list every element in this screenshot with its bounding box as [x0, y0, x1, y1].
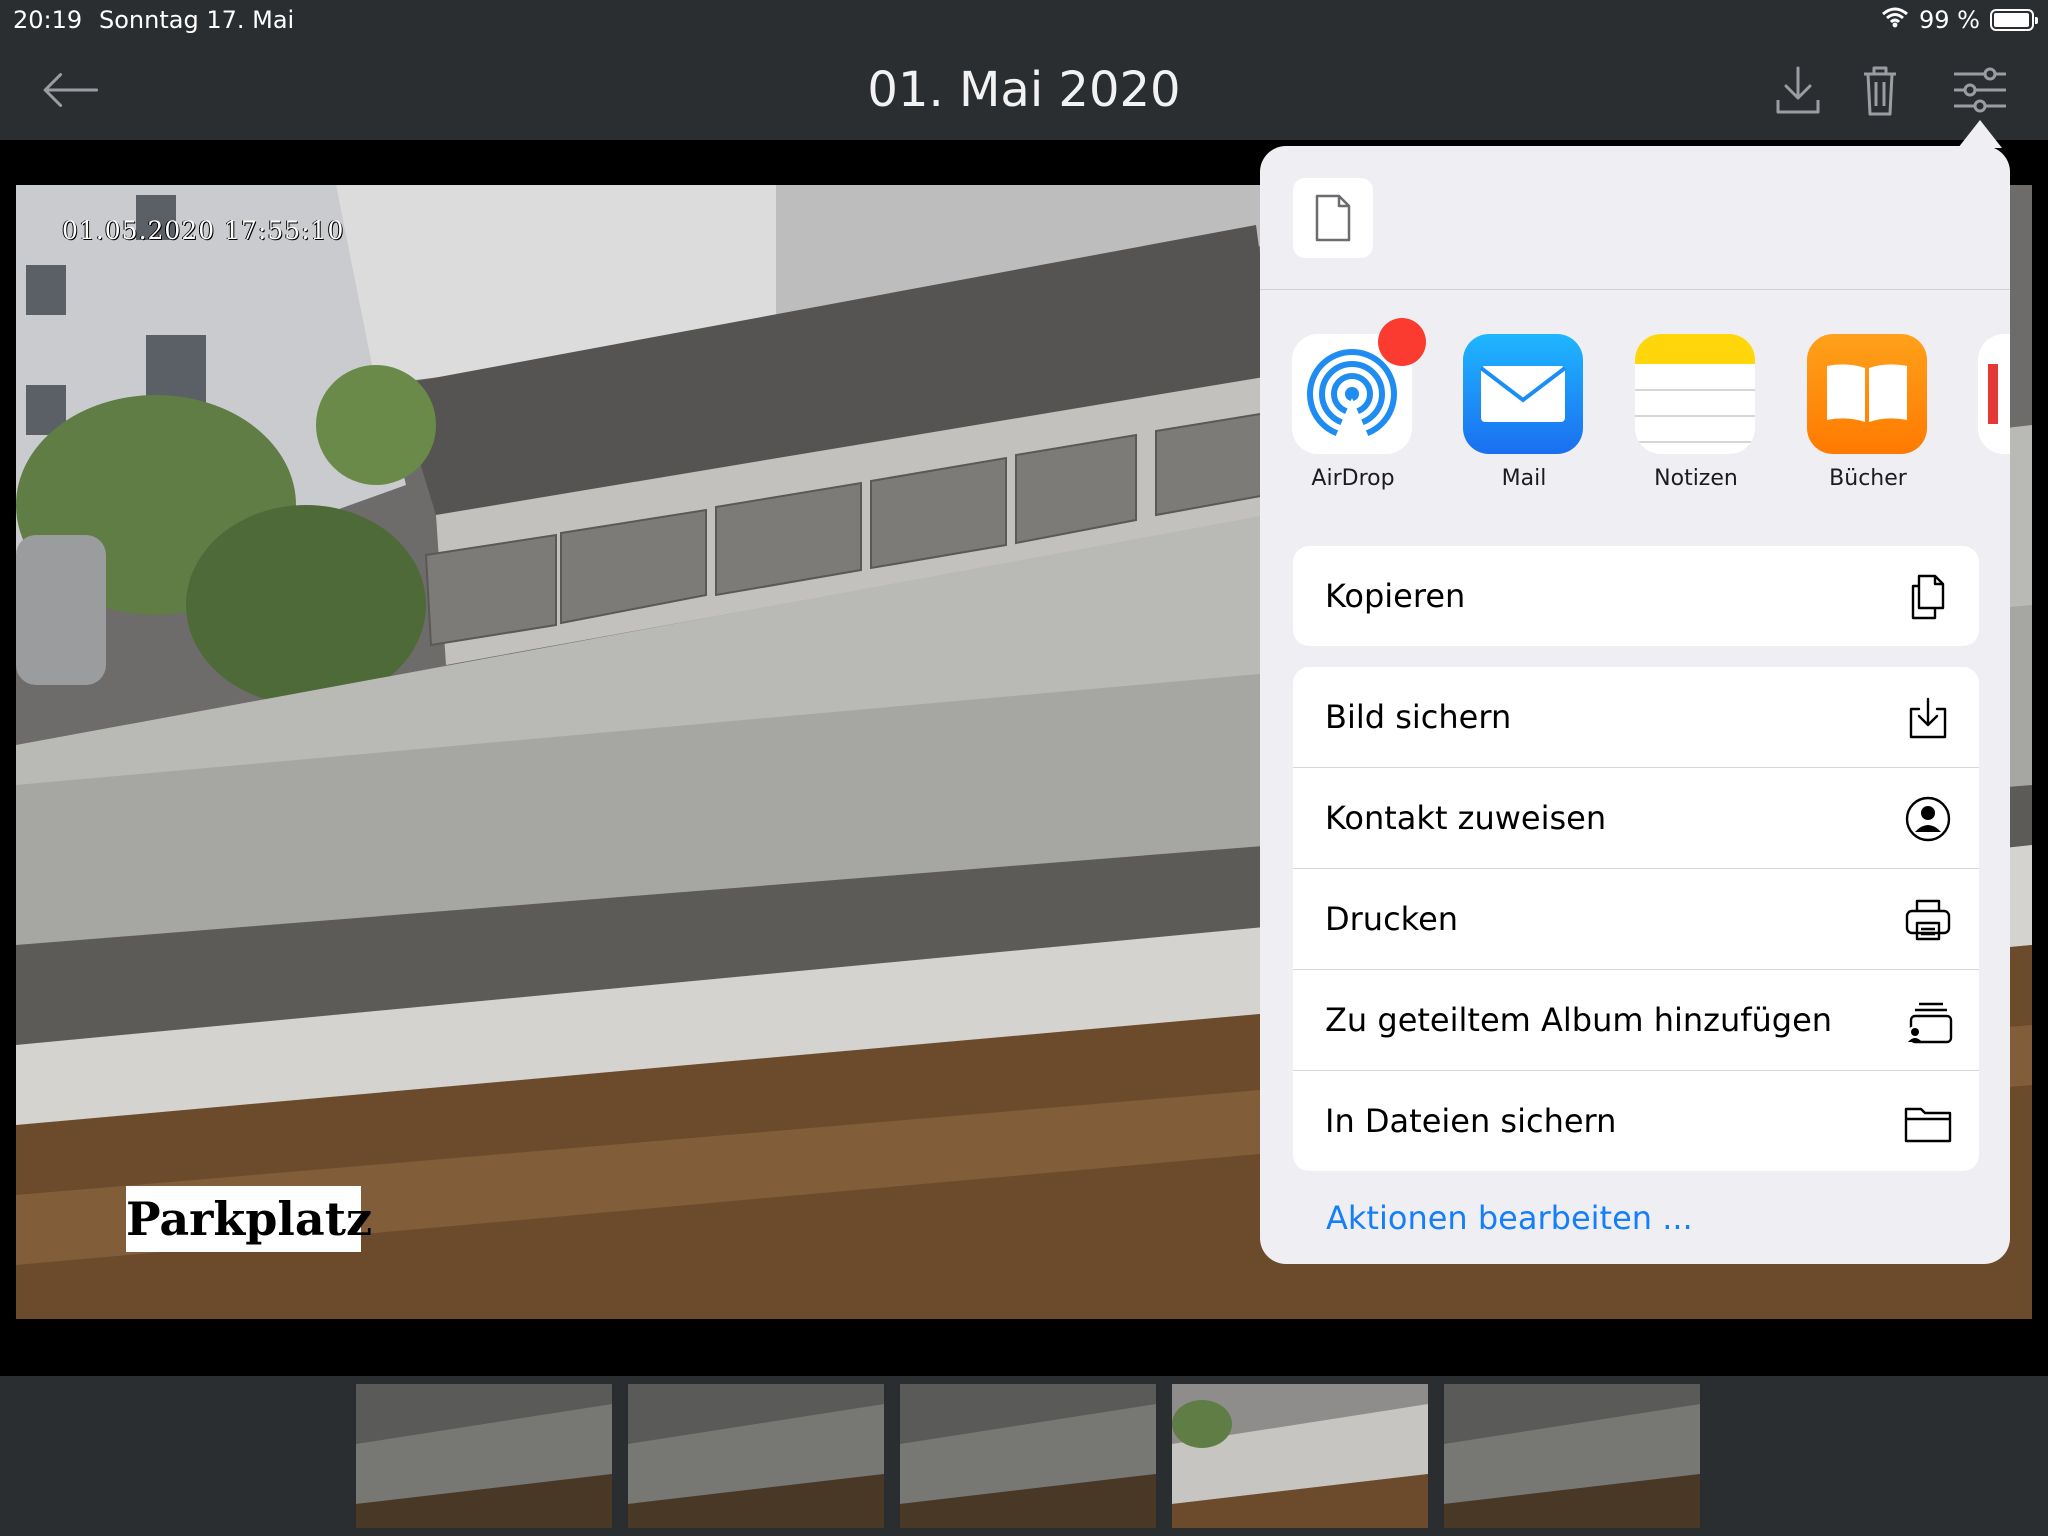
shared-album-icon — [1903, 996, 1953, 1046]
app-label: Notizen — [1654, 466, 1738, 491]
edit-actions-link[interactable]: Aktionen bearbeiten ... — [1326, 1199, 1693, 1237]
actions-group-main: Bild sichern Kontakt zuweisen Drucken Zu… — [1293, 667, 1979, 1171]
thumbnail[interactable] — [1444, 1384, 1700, 1528]
folder-icon — [1903, 1097, 1953, 1147]
notes-icon — [1635, 334, 1755, 454]
thumbnail-strip — [0, 1376, 2048, 1536]
thumbnail[interactable] — [628, 1384, 884, 1528]
overlay-timestamp: 01.05.2020 17:55:10 — [62, 216, 345, 245]
app-books[interactable]: Bücher — [1807, 334, 1929, 491]
thumbnail[interactable] — [356, 1384, 612, 1528]
action-label: Bild sichern — [1325, 698, 1512, 736]
share-sheet: AirDrop Mail Notizen Bücher Kopieren Bil… — [1260, 146, 2010, 1264]
mail-icon — [1463, 334, 1583, 454]
action-copy[interactable]: Kopieren — [1293, 546, 1979, 646]
action-label: Zu geteiltem Album hinzufügen — [1325, 1001, 1833, 1039]
action-add-shared-album[interactable]: Zu geteiltem Album hinzufügen — [1293, 970, 1979, 1071]
app-mail[interactable]: Mail — [1463, 334, 1585, 491]
books-icon — [1807, 334, 1927, 454]
actions-group-copy: Kopieren — [1293, 546, 1979, 646]
action-label: Kopieren — [1325, 577, 1466, 615]
printer-icon — [1903, 895, 1953, 945]
copy-icon — [1903, 572, 1953, 622]
save-image-icon — [1903, 693, 1953, 743]
thumbnail-selected[interactable] — [1172, 1384, 1428, 1528]
action-label: Drucken — [1325, 900, 1459, 938]
app-label: AirDrop — [1311, 466, 1395, 491]
share-sheet-pointer — [1958, 120, 2002, 148]
app-label: Mail — [1501, 466, 1547, 491]
action-save-to-files[interactable]: In Dateien sichern — [1293, 1071, 1979, 1171]
action-label: Kontakt zuweisen — [1325, 799, 1607, 837]
action-label: In Dateien sichern — [1325, 1102, 1617, 1140]
action-print[interactable]: Drucken — [1293, 869, 1979, 970]
app-airdrop[interactable]: AirDrop — [1292, 318, 1426, 491]
trash-icon[interactable] — [1850, 60, 1910, 120]
app-more-partial[interactable] — [1978, 334, 2010, 454]
status-date: Sonntag 17. Mai — [99, 6, 295, 34]
status-right: 99 % — [1881, 6, 2038, 34]
app-partial-icon — [1978, 334, 2010, 454]
battery-icon — [1990, 9, 2038, 31]
battery-percent: 99 % — [1919, 6, 1980, 34]
contact-icon — [1903, 794, 1953, 844]
download-icon[interactable] — [1768, 60, 1828, 120]
document-preview — [1293, 178, 1373, 258]
app-label: Bücher — [1829, 466, 1907, 491]
filter-sliders-icon[interactable] — [1950, 60, 2010, 120]
app-notes[interactable]: Notizen — [1635, 334, 1757, 491]
page-title: 01. Mai 2020 — [867, 62, 1181, 118]
thumbnail[interactable] — [900, 1384, 1156, 1528]
airdrop-icon — [1292, 318, 1426, 454]
wifi-icon — [1881, 6, 1909, 34]
nav-bar: 01. Mai 2020 — [0, 40, 2048, 140]
divider — [1260, 289, 2010, 290]
status-bar: 20:19 Sonntag 17. Mai 99 % — [0, 0, 2048, 40]
overlay-location-label: Parkplatz — [126, 1186, 372, 1252]
status-time: 20:19 — [13, 6, 83, 34]
action-save-image[interactable]: Bild sichern — [1293, 667, 1979, 768]
action-assign-contact[interactable]: Kontakt zuweisen — [1293, 768, 1979, 869]
document-icon — [1315, 194, 1351, 242]
notification-badge — [1378, 318, 1426, 366]
